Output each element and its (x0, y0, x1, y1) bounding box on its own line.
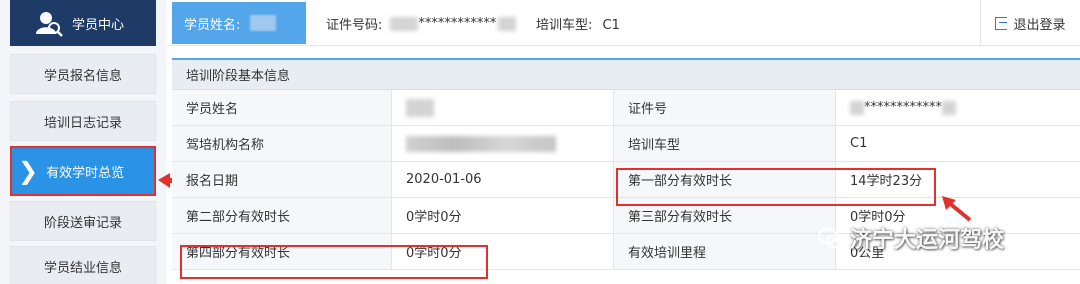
logout-label: 退出登录 (1013, 17, 1066, 33)
chevron-right-icon: ❯ (18, 157, 39, 185)
car-type: 培训车型: C1 (536, 14, 620, 33)
student-name-box: 学员姓名: (172, 2, 306, 44)
panel-title: 培训阶段基本信息 (172, 60, 1080, 90)
redacted-value (406, 135, 556, 152)
sidebar-item-label: 培训日志记录 (43, 115, 122, 131)
table-row: 报名日期 2020-01-06 第一部分有效时长 14学时23分 (172, 162, 1080, 198)
redacted-suffix (942, 100, 956, 115)
row-label: 第三部分有效时长 (614, 198, 836, 233)
sidebar-item-label: 阶段送审记录 (43, 215, 122, 231)
car-type-label: 培训车型: (536, 18, 593, 33)
car-type-value: C1 (602, 18, 620, 33)
row-value: 0学时0分 (392, 198, 614, 233)
redacted-prefix (850, 100, 864, 115)
sidebar-item-registration-info[interactable]: 学员报名信息 (10, 54, 156, 94)
id-redacted-suffix (498, 16, 517, 31)
row-label: 学员姓名 (172, 90, 392, 125)
redacted-value (406, 98, 434, 117)
logout-button[interactable]: 退出登录 (980, 0, 1080, 46)
sidebar-item-valid-hours-overview[interactable]: ❯ 有效学时总览 (10, 146, 156, 196)
logout-icon (995, 16, 1008, 30)
sidebar: 学员中心 学员报名信息 培训日志记录 ❯ 有效学时总览 阶段送审记录 学员结业信… (0, 0, 166, 284)
row-value (392, 90, 614, 125)
id-redacted-prefix (390, 16, 419, 31)
id-masked-value: ************ (864, 100, 942, 115)
student-name-redacted (250, 15, 277, 31)
table-row: 学员姓名 证件号 ************ (172, 90, 1080, 126)
sidebar-item-training-log[interactable]: 培训日志记录 (10, 101, 156, 141)
annotation-arrow-up-left (942, 196, 972, 222)
row-value: 2020-01-06 (392, 162, 614, 197)
sidebar-item-label: 学员结业信息 (43, 260, 122, 276)
row-label: 培训车型 (614, 126, 836, 161)
student-center-label: 学员中心 (72, 17, 125, 33)
row-value (392, 126, 614, 161)
wechat-icon (818, 227, 844, 249)
row-value: 0学时0分 (392, 234, 614, 269)
user-search-icon (34, 8, 64, 38)
row-value: ************ (836, 90, 1080, 125)
row-label: 报名日期 (172, 162, 392, 197)
id-number-value: ************ (418, 16, 497, 31)
id-number: 证件号码: ************ (326, 14, 517, 33)
top-bar: 学员姓名: 证件号码: ************ 培训车型: C1 退出登录 (166, 0, 1080, 46)
id-number-label: 证件号码: (326, 18, 383, 33)
row-label: 第二部分有效时长 (172, 198, 392, 233)
row-label: 证件号 (614, 90, 836, 125)
row-label: 第四部分有效时长 (172, 234, 392, 269)
row-label: 驾培机构名称 (172, 126, 392, 161)
row-label: 第一部分有效时长 (614, 162, 836, 197)
sidebar-item-stage-review-records[interactable]: 阶段送审记录 (10, 201, 156, 241)
row-value: 14学时23分 (850, 174, 923, 189)
sidebar-item-graduation-info[interactable]: 学员结业信息 (10, 246, 156, 284)
sidebar-item-label: 学员报名信息 (43, 68, 122, 84)
student-name-label: 学员姓名: (184, 17, 241, 33)
watermark: 济宁大运河驾校 (818, 222, 1004, 254)
sidebar-item-label: 有效学时总览 (46, 165, 125, 181)
table-row: 驾培机构名称 培训车型 C1 (172, 126, 1080, 162)
watermark-text: 济宁大运河驾校 (850, 228, 1005, 253)
student-center-header[interactable]: 学员中心 (10, 0, 156, 46)
row-label: 有效培训里程 (614, 234, 836, 269)
row-value: C1 (850, 136, 868, 151)
